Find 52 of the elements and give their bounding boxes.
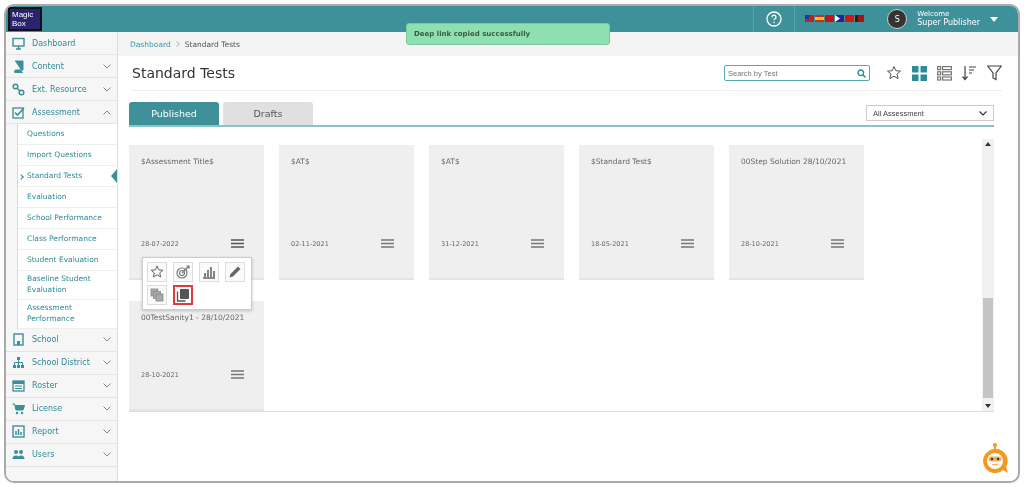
list-view-icon[interactable] [937, 65, 952, 81]
sidebar-item[interactable]: Content [6, 55, 117, 78]
tab[interactable]: Published [129, 102, 219, 125]
scroll-down-icon[interactable] [985, 404, 991, 408]
building-icon [12, 333, 25, 346]
chevron-icon [979, 110, 987, 116]
hierarchy-icon [12, 356, 25, 369]
pencil-icon [228, 265, 242, 279]
scrollbar[interactable] [982, 139, 994, 411]
sidebar-item[interactable]: Report [6, 420, 117, 444]
target-icon [176, 265, 190, 279]
logo: MagicBox [8, 7, 42, 31]
link-icon [12, 82, 25, 96]
tab[interactable]: Drafts [223, 102, 313, 125]
menu-icon[interactable] [831, 239, 844, 248]
scroll-up-icon[interactable] [985, 142, 991, 146]
sidebar-item[interactable]: Roster [6, 374, 117, 398]
sidebar-item[interactable]: School District [6, 351, 117, 375]
bar-chart-icon [202, 265, 216, 279]
language-flags-icon[interactable] [805, 15, 866, 23]
users-icon [12, 448, 25, 461]
chatbot-icon[interactable] [980, 443, 1010, 475]
search-icon [857, 69, 866, 78]
sidebar-item[interactable]: Dashboard [6, 32, 117, 55]
menu-icon[interactable] [531, 239, 544, 248]
page-title: Standard Tests [132, 65, 235, 81]
sidebar-item[interactable]: Users [6, 443, 117, 467]
menu-icon[interactable] [231, 370, 244, 379]
user-name[interactable]: Super Publisher [917, 18, 980, 28]
copy-icon [176, 288, 190, 302]
copy-icon [150, 288, 164, 302]
caret-icon[interactable] [990, 16, 998, 22]
calendar-icon [12, 379, 25, 392]
card-action-button[interactable] [173, 285, 193, 305]
menu-icon[interactable] [231, 239, 244, 248]
book-icon [12, 59, 25, 73]
menu-icon[interactable] [381, 239, 394, 248]
sidebar-item[interactable]: School [6, 328, 117, 352]
star-icon[interactable] [886, 65, 902, 81]
chart-icon [12, 425, 25, 438]
avatar[interactable]: S [887, 9, 908, 29]
sort-icon[interactable] [962, 65, 977, 81]
grid-view-icon[interactable] [912, 65, 927, 81]
sidebar-item[interactable]: Ext. Resource [6, 78, 117, 101]
star-icon [150, 265, 164, 279]
cart-icon [12, 402, 25, 415]
sidebar-item[interactable]: License [6, 397, 117, 421]
checkbox-icon [12, 105, 25, 119]
chevron-icon [175, 41, 180, 47]
menu-icon[interactable] [681, 239, 694, 248]
monitor-icon [12, 36, 25, 50]
filter-icon[interactable] [987, 65, 1002, 81]
